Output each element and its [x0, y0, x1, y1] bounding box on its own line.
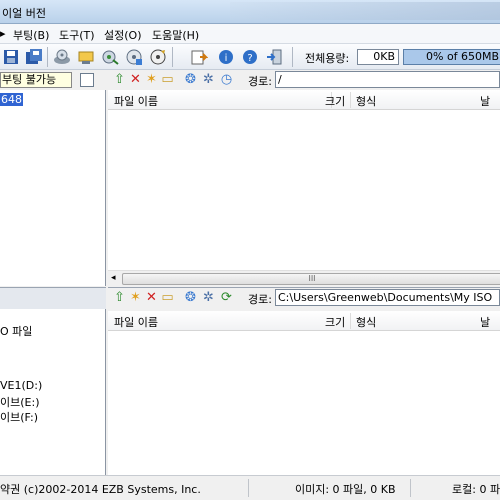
delete-icon[interactable]: ✕ — [144, 290, 159, 305]
upper-file-list[interactable] — [108, 110, 500, 270]
lower-pane-toolbar: ⇧ ✶ ✕ ▭ ❂ ✲ ⟳ 경로: C:\Users\Greenweb\Docu… — [108, 287, 500, 309]
col-filename[interactable]: 파일 이름 — [114, 93, 158, 109]
lower-path-input[interactable]: C:\Users\Greenweb\Documents\My ISO — [275, 289, 500, 306]
col-size[interactable]: 크기 — [325, 93, 345, 109]
folder-icon[interactable]: ▭ — [160, 72, 175, 87]
col-size[interactable]: 크기 — [325, 314, 345, 330]
copyright-text: 약권 (c)2002-2014 EZB Systems, Inc. — [0, 483, 201, 496]
new-folder-icon[interactable]: ✶ — [144, 72, 159, 87]
compress-icon[interactable] — [101, 48, 119, 66]
test-disc-icon[interactable] — [125, 48, 143, 66]
upper-pane-toolbar: ⇧ ✕ ✶ ▭ ❂ ✲ ◷ 경로: / — [108, 70, 500, 90]
menu-settings[interactable]: 설정(O) — [104, 27, 141, 43]
gear-icon[interactable]: ✲ — [201, 290, 216, 305]
scroll-left-icon[interactable]: ◂ — [111, 273, 116, 283]
folder-icon[interactable]: ▭ — [160, 290, 175, 305]
col-type[interactable]: 형식 — [356, 93, 376, 109]
gear-icon[interactable]: ✲ — [201, 72, 216, 87]
up-arrow-icon[interactable]: ⇧ — [112, 290, 127, 305]
boot-status[interactable]: 부팅 불가능 — [0, 72, 72, 88]
save-icon[interactable] — [2, 48, 20, 66]
capacity-progress: 0% of 650MB - — [403, 49, 500, 65]
tree-item[interactable]: VE1(D:) — [0, 379, 42, 392]
status-bar: 약권 (c)2002-2014 EZB Systems, Inc. 이미지: 0… — [0, 475, 500, 500]
info-icon[interactable]: i — [217, 48, 235, 66]
tree-item[interactable]: 이브(F:) — [0, 409, 38, 425]
capacity-value: 0KB — [357, 49, 399, 65]
volume-label[interactable]: 648 — [0, 93, 23, 106]
window-title: 이얼 버전 — [2, 7, 46, 20]
image-tree: 648 — [0, 90, 106, 286]
document-icon[interactable] — [80, 73, 94, 87]
upper-path-label: 경로: — [248, 75, 272, 88]
help-icon[interactable]: ? — [241, 48, 259, 66]
refresh-icon[interactable]: ◷ — [219, 72, 234, 87]
menu-boot[interactable]: 부팅(B) — [13, 27, 49, 43]
up-arrow-icon[interactable]: ⇧ — [112, 72, 127, 87]
local-pane-header — [0, 287, 106, 309]
mount-icon[interactable] — [149, 48, 167, 66]
menu-arrow: ▸ — [0, 27, 6, 40]
upper-hscrollbar[interactable]: ◂ III — [108, 270, 500, 286]
image-info: 이미지: 0 파일, 0 KB — [295, 483, 396, 496]
svg-text:?: ? — [247, 53, 252, 64]
upper-column-header: 파일 이름 크기 형식 날자/ — [108, 90, 500, 124]
options-icon[interactable] — [190, 48, 209, 66]
capacity-label: 전체용량: — [305, 52, 350, 65]
exit-icon[interactable] — [265, 48, 283, 66]
virtual-drive-icon[interactable] — [77, 48, 95, 66]
title-bar-background — [230, 2, 500, 20]
upper-path-input[interactable]: / — [275, 71, 500, 88]
lower-column-header: 파일 이름 크기 형식 날자/ — [108, 311, 500, 345]
title-bar: 이얼 버전 — [0, 0, 500, 24]
menu-help[interactable]: 도움말(H) — [152, 27, 199, 43]
save-as-icon[interactable] — [25, 48, 43, 66]
menu-tools[interactable]: 도구(T) — [59, 27, 95, 43]
tree-item[interactable]: O 파일 — [0, 323, 32, 339]
local-tree: O 파일 VE1(D:) 이브(E:) 이브(F:) — [0, 309, 106, 475]
main-toolbar: i ? 전체용량: 0KB 0% of 650MB - — [0, 44, 500, 70]
delete-icon[interactable]: ✕ — [128, 72, 143, 87]
local-info: 로컬: 0 파 — [452, 483, 500, 496]
add-icon[interactable]: ❂ — [183, 290, 198, 305]
tree-item[interactable]: 이브(E:) — [0, 394, 39, 410]
lower-path-label: 경로: — [248, 293, 272, 306]
new-folder-icon[interactable]: ✶ — [128, 290, 143, 305]
burn-icon[interactable] — [53, 48, 71, 66]
svg-text:i: i — [225, 53, 228, 64]
extract-icon[interactable]: ❂ — [183, 72, 198, 87]
refresh-icon[interactable]: ⟳ — [219, 290, 234, 305]
menu-bar: ▸ 부팅(B) 도구(T) 설정(O) 도움말(H) — [0, 24, 500, 44]
col-filename[interactable]: 파일 이름 — [114, 314, 158, 330]
col-type[interactable]: 형식 — [356, 314, 376, 330]
lower-file-list[interactable] — [108, 331, 500, 475]
boot-info-bar: 부팅 불가능 — [0, 70, 106, 90]
scroll-thumb[interactable]: III — [122, 273, 500, 285]
